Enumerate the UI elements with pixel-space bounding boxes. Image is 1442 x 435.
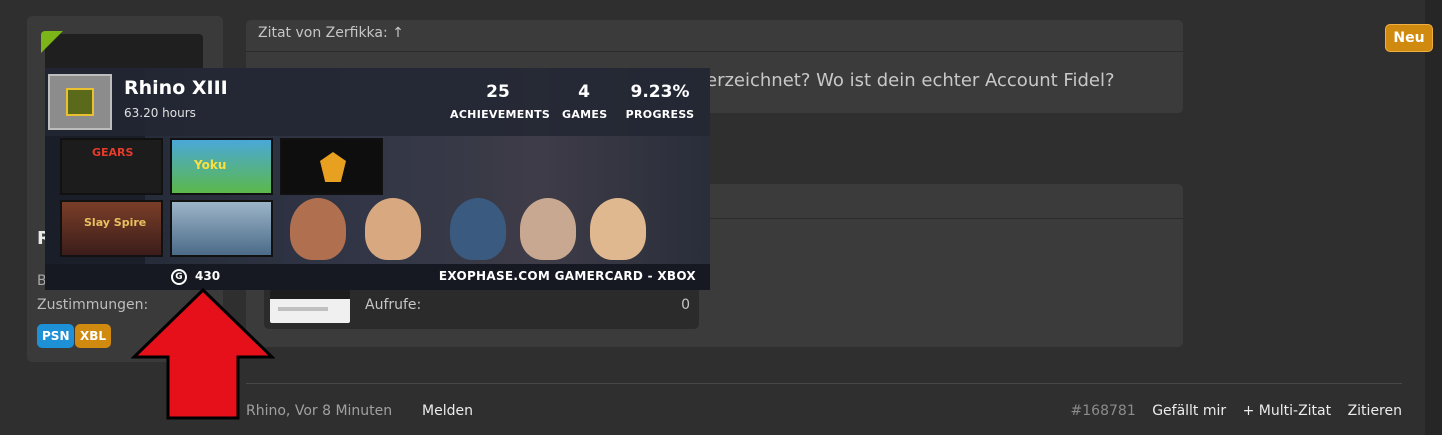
character-figure xyxy=(365,198,421,260)
post-footer: Rhino, Vor 8 Minuten Melden #168781 Gefä… xyxy=(246,401,1402,423)
game-tile-title: GEARS xyxy=(92,146,134,159)
multi-quote-link[interactable]: + Multi-Zitat xyxy=(1243,403,1332,419)
character-figure xyxy=(290,198,346,260)
progress-label: PROGRESS xyxy=(625,108,695,121)
views-label: Aufrufe: xyxy=(365,297,422,313)
quote-text: erzeichnet? Wo ist dein echter Account F… xyxy=(706,70,1115,91)
gamer-hours: 63.20 hours xyxy=(124,106,196,120)
report-link[interactable]: Melden xyxy=(422,403,473,419)
game-tile-black-ops xyxy=(280,138,383,195)
red-arrow-up-icon xyxy=(131,287,275,420)
psn-badge[interactable]: PSN xyxy=(37,324,75,348)
post-divider xyxy=(246,383,1402,384)
game-tile-slay-the-spire: Slay Spire xyxy=(60,200,163,257)
views-value: 0 xyxy=(681,297,690,313)
game-tile-title: Slay Spire xyxy=(84,216,147,229)
progress-stat: 9.23% PROGRESS xyxy=(625,82,695,121)
post-number-link[interactable]: #168781 xyxy=(1071,403,1136,419)
quote-header[interactable]: Zitat von Zerfikka: ↑ xyxy=(246,20,1183,52)
gamer-avatar xyxy=(48,74,112,130)
character-figure xyxy=(520,198,576,260)
character-figure xyxy=(590,198,646,260)
gamer-avatar-emblem-icon xyxy=(66,88,94,116)
xbl-badge[interactable]: XBL xyxy=(75,324,112,348)
game-tile-title: Yoku xyxy=(194,158,227,172)
online-indicator xyxy=(41,31,63,53)
games-stat: 4 GAMES xyxy=(562,82,608,121)
games-label: GAMES xyxy=(562,108,608,121)
new-badge[interactable]: Neu xyxy=(1385,24,1433,52)
achievements-stat: 25 ACHIEVEMENTS xyxy=(450,82,551,121)
game-tile-gears: GEARS xyxy=(60,138,163,195)
xbox-gamercard[interactable]: Rhino XIII 63.20 hours 25 ACHIEVEMENTS 4… xyxy=(45,68,710,290)
gamerscore-value: 430 xyxy=(195,269,221,283)
gamerscore-icon: G xyxy=(171,269,187,285)
attachment-thumbnail[interactable] xyxy=(270,289,350,323)
progress-value: 9.23% xyxy=(630,82,690,102)
character-figure xyxy=(450,198,506,260)
quote-link[interactable]: Zitieren xyxy=(1348,403,1402,419)
achievements-value: 25 xyxy=(486,82,510,102)
gamertag: Rhino XIII xyxy=(124,77,228,99)
game-tile-yoku: Yoku xyxy=(170,138,273,195)
game-emblem-icon xyxy=(320,152,346,182)
game-tile-lego-city xyxy=(170,200,273,257)
games-value: 4 xyxy=(578,82,590,102)
right-rail xyxy=(1425,0,1442,435)
gamercard-source-label: EXOPHASE.COM GAMERCARD - XBOX xyxy=(438,269,696,283)
achievements-label: ACHIEVEMENTS xyxy=(450,108,551,121)
like-link[interactable]: Gefällt mir xyxy=(1152,403,1226,419)
